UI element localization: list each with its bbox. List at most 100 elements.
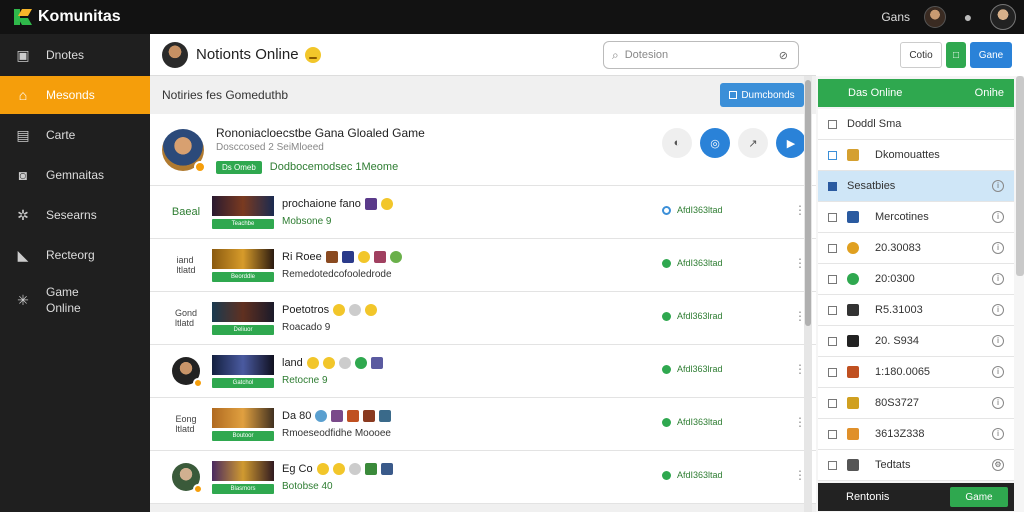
info-icon[interactable]: i <box>992 211 1004 223</box>
checkbox[interactable] <box>828 274 837 284</box>
game-button[interactable]: Game <box>950 487 1008 507</box>
online-list-item[interactable]: 20.30083 i <box>818 233 1014 264</box>
right-scrollbar[interactable] <box>1016 76 1024 276</box>
row-subtitle: Botobse 40 <box>282 480 333 492</box>
sidebar-item-recteorg[interactable]: ◣ Recteorg <box>0 236 150 274</box>
online-list-item[interactable]: Tedtats ⚙ <box>818 450 1014 481</box>
checkbox[interactable] <box>828 429 837 439</box>
sidebar-item-sesearns[interactable]: ✲ Sesearns <box>0 196 150 234</box>
online-list-item[interactable]: Mercotines i <box>818 202 1014 233</box>
header-avatar[interactable] <box>162 41 188 68</box>
user-avatar[interactable] <box>924 6 946 28</box>
row-title: Da 80 <box>282 409 312 422</box>
featured-item[interactable]: Rononiacloecstbe Gana Gloaled Game Doscc… <box>150 114 816 186</box>
row-title: Eg Co <box>282 462 313 475</box>
search-input[interactable]: ⌕ Dotesion ⊘ <box>603 41 799 69</box>
info-icon[interactable]: i <box>992 366 1004 378</box>
info-icon[interactable]: i <box>992 273 1004 285</box>
sidebar-item-label: Game Online <box>46 285 81 315</box>
info-icon[interactable]: i <box>992 397 1004 409</box>
checkbox[interactable] <box>828 212 837 222</box>
sidebar-item-label: Carte <box>46 128 76 142</box>
main-scrollbar-thumb[interactable] <box>805 80 811 326</box>
online-list-item[interactable]: 3613Z338 i <box>818 419 1014 450</box>
featured-title: Rononiacloecstbe Gana Gloaled Game <box>216 125 425 140</box>
online-list-item[interactable]: Doddl Sma <box>818 109 1014 140</box>
row-status-text: Afdl363lrad <box>677 364 723 374</box>
row-title: Poetotros <box>282 303 330 316</box>
online-list-item[interactable]: 20. S934 i <box>818 326 1014 357</box>
online-list-item[interactable]: R5.31003 i <box>818 295 1014 326</box>
checkbox[interactable] <box>828 398 837 408</box>
outline-button[interactable]: Cotio <box>900 42 942 68</box>
game-icon <box>847 366 859 378</box>
featured-actions: ◐ ◎ ↗ ▶ <box>662 128 806 158</box>
online-list-item[interactable]: 80S3727 i <box>818 388 1014 419</box>
online-list-item[interactable]: 20:0300 i <box>818 264 1014 295</box>
list-item[interactable]: Gatchol land Retocne 9 Afdl363lrad ⋮ <box>150 345 816 398</box>
info-icon[interactable]: i <box>992 335 1004 347</box>
row-tag: Beorddle <box>212 271 274 282</box>
checkbox[interactable] <box>828 150 837 160</box>
game-thumbnail <box>212 301 274 322</box>
item-label: 1:180.0065 <box>875 366 931 378</box>
profile-avatar[interactable] <box>990 4 1016 30</box>
list-item[interactable]: iand ltlatd Beorddle Ri Roee Remedotedco… <box>150 239 816 292</box>
item-label: 80S3727 <box>875 397 920 409</box>
bell-icon[interactable]: ● <box>960 9 976 25</box>
join-button[interactable]: ▶ <box>776 128 806 158</box>
page-title: Notionts Online <box>196 46 299 63</box>
row-avatar <box>172 463 203 494</box>
sidebar: ▣ Dnotes ⌂ Mesonds ▤ Carte ◙ Gemnaitas ✲… <box>0 34 150 512</box>
checkbox[interactable] <box>828 336 837 346</box>
game-thumbnail <box>212 195 274 216</box>
list-item[interactable]: Gond ltlatd Deliuor Poetotros Roacado 9 … <box>150 292 816 345</box>
clear-icon[interactable]: ⊘ <box>779 49 788 62</box>
row-tag: Gatchol <box>212 377 274 388</box>
chat-button[interactable]: ◎ <box>700 128 730 158</box>
filter-button[interactable]: Dumcbonds <box>720 83 804 107</box>
row-label: Eong ltlatd <box>175 414 197 434</box>
emoji-icon <box>315 409 328 422</box>
info-icon[interactable]: i <box>992 180 1004 192</box>
list-item[interactable]: Eong ltlatd Boutoor Da 80 Rmoeseodfidhe … <box>150 398 816 451</box>
primary-button[interactable]: Gane <box>970 42 1012 68</box>
item-label: Tedtats <box>875 459 911 471</box>
checkbox[interactable] <box>828 460 837 470</box>
online-list-item[interactable]: 1:180.0065 i <box>818 357 1014 388</box>
checkbox[interactable] <box>828 305 837 315</box>
image-icon: ▣ <box>16 46 30 63</box>
gear-icon: ✲ <box>17 206 29 223</box>
game-icon <box>847 335 859 347</box>
online-list-item[interactable]: Dkomouattes <box>818 140 1014 171</box>
info-icon[interactable]: i <box>992 428 1004 440</box>
app-logo[interactable]: Komunitas <box>14 7 121 27</box>
list-item[interactable]: Blasmors Eg Co Botobse 40 AfdI363ltad ⋮ <box>150 451 816 504</box>
online-list-item[interactable]: Sesatbies i <box>818 171 1014 202</box>
sidebar-item-dnotes[interactable]: ▣ Dnotes <box>0 36 150 74</box>
game-thumbnail <box>212 354 274 375</box>
settings-icon[interactable]: ⚙ <box>992 459 1004 471</box>
item-label: Sesatbies <box>847 180 896 192</box>
info-icon[interactable]: i <box>992 242 1004 254</box>
checkbox[interactable] <box>828 367 837 377</box>
sidebar-item-game-online[interactable]: ✳ Game Online <box>0 276 150 324</box>
list-item[interactable]: Baeal Teachbe prochaione fano Mobsone 9 … <box>150 186 816 239</box>
emoji-icon <box>365 303 378 316</box>
sidebar-item-mesonds[interactable]: ⌂ Mesonds <box>0 76 150 114</box>
user-name[interactable]: Gans <box>881 10 910 24</box>
game-icon <box>847 273 859 285</box>
emoji-icon <box>338 356 351 369</box>
checkbox[interactable] <box>828 119 837 129</box>
row-avatar <box>172 357 203 388</box>
emoji-icon <box>333 303 346 316</box>
add-button[interactable]: □ <box>946 42 966 68</box>
checkbox[interactable] <box>828 181 837 191</box>
row-subtitle: Remedotedcofooledrode <box>282 268 392 280</box>
sidebar-item-gemnaitas[interactable]: ◙ Gemnaitas <box>0 156 150 194</box>
checkbox[interactable] <box>828 243 837 253</box>
react-button[interactable]: ◐ <box>662 128 692 158</box>
info-icon[interactable]: i <box>992 304 1004 316</box>
share-button[interactable]: ↗ <box>738 128 768 158</box>
sidebar-item-carte[interactable]: ▤ Carte <box>0 116 150 154</box>
